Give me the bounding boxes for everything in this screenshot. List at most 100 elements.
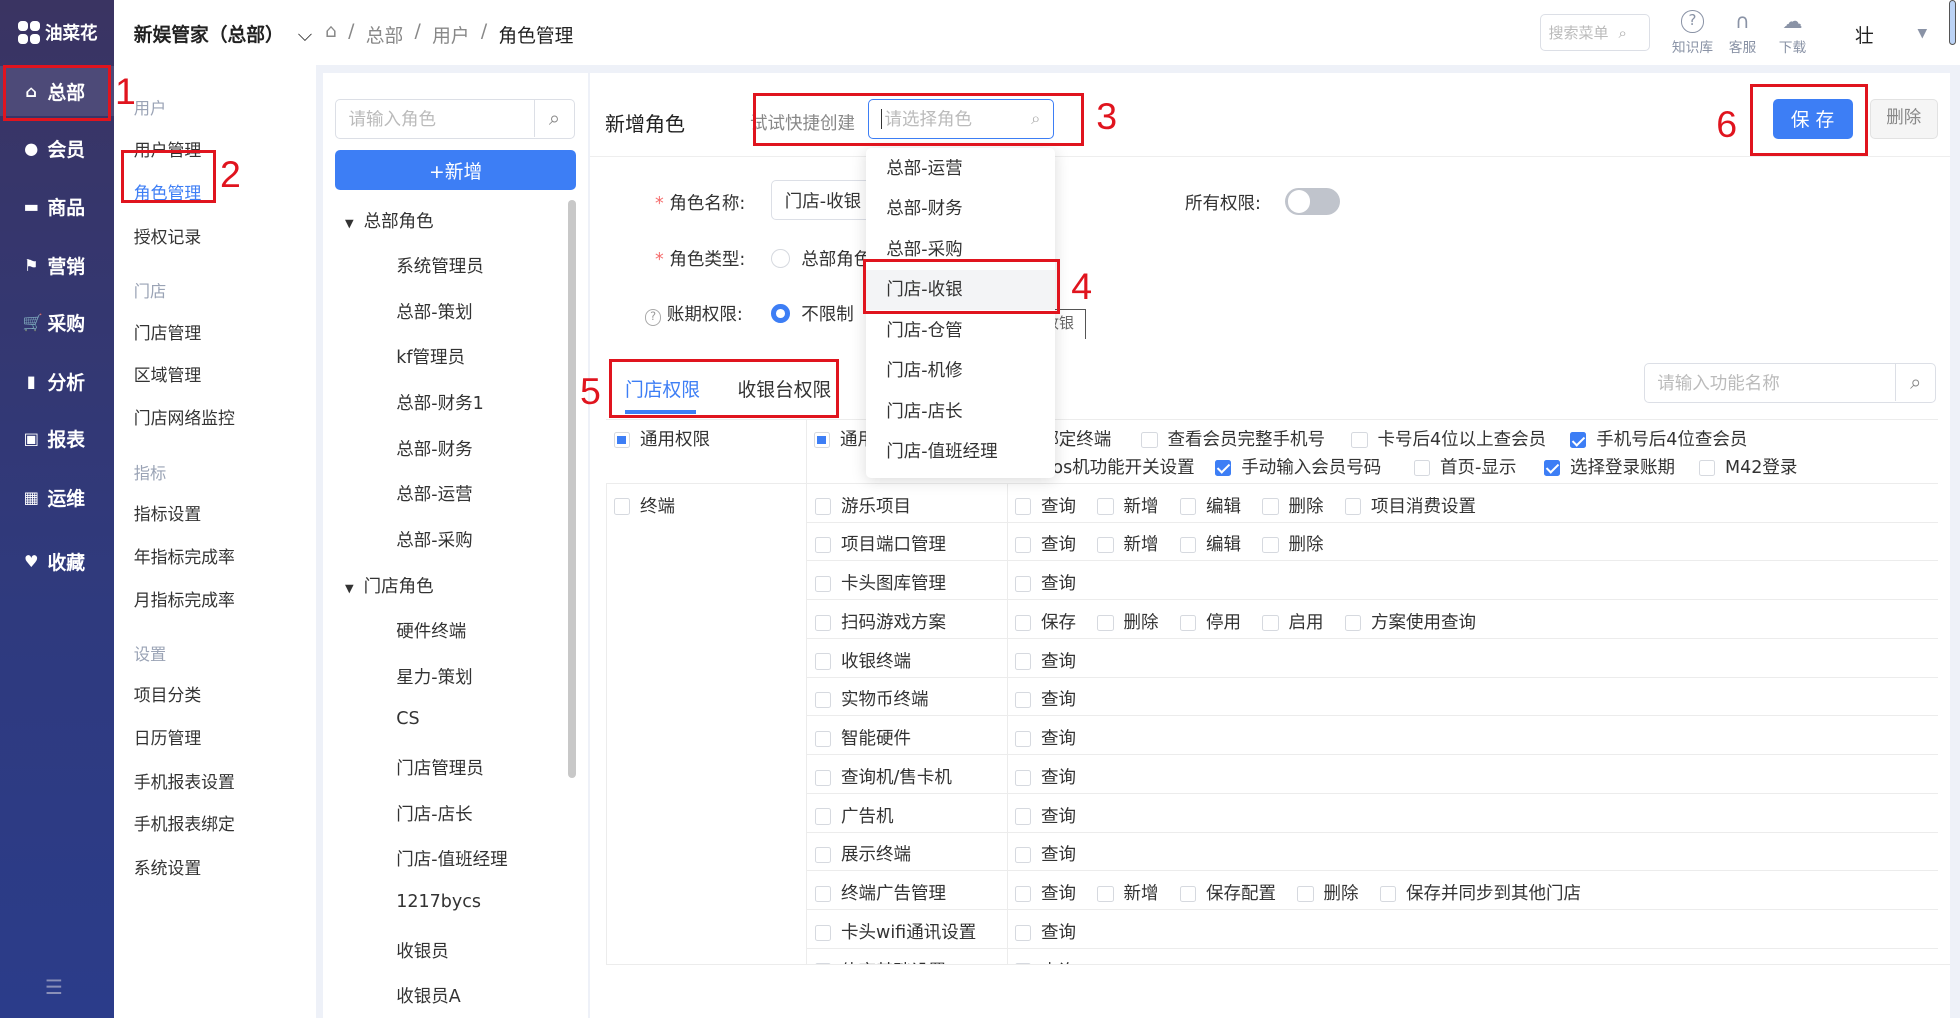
- permission-checkbox[interactable]: 方案使用查询: [1344, 609, 1476, 634]
- dropdown-option[interactable]: 总部-财务: [866, 189, 1055, 229]
- submenu-item[interactable]: 系统设置: [134, 854, 201, 879]
- sidebar-item[interactable]: ▦ 运维: [0, 473, 114, 523]
- permission-checkbox[interactable]: 终端: [613, 493, 675, 518]
- checkbox[interactable]: [1014, 537, 1031, 554]
- checkbox[interactable]: [1379, 885, 1396, 903]
- checkbox[interactable]: [1215, 459, 1232, 476]
- permission-checkbox[interactable]: M42登录: [1698, 454, 1797, 479]
- permission-checkbox[interactable]: 启用: [1262, 609, 1324, 634]
- role-search-input[interactable]: 请输入角色 ⌕: [335, 98, 575, 139]
- breadcrumb-item[interactable]: 用户: [432, 21, 470, 48]
- help-icon[interactable]: ?: [645, 309, 662, 326]
- submenu-item[interactable]: 授权记录: [134, 223, 201, 248]
- search-icon[interactable]: ⌕: [1895, 363, 1935, 401]
- topbar-button[interactable]: ☁ 下载: [1771, 10, 1814, 57]
- checkbox[interactable]: [1698, 459, 1715, 476]
- checkbox[interactable]: [814, 498, 831, 515]
- checkbox[interactable]: [1141, 432, 1158, 449]
- permission-checkbox[interactable]: 查询: [1014, 841, 1076, 866]
- checkbox[interactable]: [814, 653, 831, 670]
- user-name[interactable]: 壮: [1855, 21, 1874, 48]
- role-item[interactable]: 总部-财务: [396, 436, 472, 461]
- permission-checkbox[interactable]: 通用权限: [613, 426, 710, 451]
- permission-checkbox[interactable]: 编辑: [1179, 531, 1241, 556]
- checkbox[interactable]: [1179, 614, 1196, 631]
- role-type-radio[interactable]: 总部角色: [771, 246, 871, 271]
- checkbox[interactable]: [1014, 730, 1031, 748]
- permission-checkbox[interactable]: 新增: [1097, 531, 1159, 556]
- checkbox[interactable]: [1097, 498, 1114, 515]
- permission-checkbox[interactable]: 保存: [1014, 609, 1076, 634]
- checkbox[interactable]: [1014, 498, 1031, 515]
- permission-checkbox[interactable]: 项目端口管理: [814, 531, 946, 556]
- checkbox[interactable]: [1179, 498, 1196, 515]
- permission-checkbox[interactable]: 手机号后4位查会员: [1570, 426, 1747, 451]
- checkbox[interactable]: [1014, 653, 1031, 670]
- role-group[interactable]: ▼ 门店角色: [345, 573, 434, 598]
- role-group[interactable]: ▼ 总部角色: [345, 208, 434, 233]
- submenu-item[interactable]: 项目分类: [134, 681, 201, 706]
- role-item[interactable]: kf管理员: [396, 344, 465, 369]
- permission-checkbox[interactable]: 卡头wifi通讯设置: [814, 919, 976, 944]
- caret-down-icon[interactable]: ▼: [1918, 25, 1928, 40]
- checkbox[interactable]: [1344, 498, 1361, 515]
- role-item[interactable]: CS: [396, 709, 419, 729]
- checkbox[interactable]: [1543, 459, 1560, 476]
- permission-checkbox[interactable]: 查询: [1014, 648, 1076, 673]
- permission-checkbox[interactable]: 删除: [1297, 880, 1359, 905]
- checkbox[interactable]: [1097, 885, 1114, 903]
- sidebar-item[interactable]: 🛒 采购: [0, 298, 114, 348]
- permission-checkbox[interactable]: 删除: [1262, 493, 1324, 518]
- caret-down-icon[interactable]: ▼: [345, 582, 354, 595]
- checkbox[interactable]: [1014, 924, 1031, 941]
- permission-checkbox[interactable]: 广告机: [814, 803, 894, 828]
- permission-checkbox[interactable]: 查询: [1014, 919, 1076, 944]
- checkbox[interactable]: [1262, 498, 1279, 515]
- permission-checkbox[interactable]: 选择登录账期: [1543, 454, 1675, 479]
- permission-checkbox[interactable]: 查看会员完整手机号: [1141, 426, 1325, 451]
- checkbox[interactable]: [1262, 614, 1279, 631]
- submenu-item[interactable]: 手机报表绑定: [134, 810, 235, 835]
- role-item[interactable]: 门店-值班经理: [396, 846, 507, 871]
- checkbox[interactable]: [1344, 614, 1361, 631]
- permission-checkbox[interactable]: 扫码游戏方案: [814, 609, 946, 634]
- checkbox[interactable]: [613, 498, 630, 515]
- checkbox[interactable]: [1570, 432, 1587, 449]
- submenu-item[interactable]: 门店网络监控: [134, 404, 235, 429]
- role-item[interactable]: 门店管理员: [396, 755, 484, 780]
- permission-checkbox[interactable]: 删除: [1262, 531, 1324, 556]
- checkbox[interactable]: [814, 537, 831, 554]
- permission-checkbox[interactable]: 卡头图库管理: [814, 570, 946, 595]
- sidebar-item[interactable]: ▮ 分析: [0, 356, 114, 406]
- role-item[interactable]: 收银员A: [396, 983, 460, 1008]
- checkbox[interactable]: [1014, 769, 1031, 786]
- checkbox[interactable]: [1413, 459, 1430, 476]
- sidebar-item[interactable]: ⚑ 营销: [0, 240, 114, 290]
- sidebar-item[interactable]: ▬ 商品: [0, 181, 114, 231]
- role-item[interactable]: 总部-运营: [396, 481, 472, 506]
- checkbox[interactable]: [1297, 885, 1314, 903]
- checkbox[interactable]: [814, 575, 831, 593]
- role-item[interactable]: 总部-财务1: [396, 390, 483, 415]
- store-switcher[interactable]: 新娱管家（总部） ⌵: [134, 20, 312, 47]
- permission-checkbox[interactable]: 新增: [1097, 493, 1159, 518]
- checkbox[interactable]: [814, 924, 831, 941]
- home-icon[interactable]: ⌂: [325, 21, 337, 48]
- dropdown-option[interactable]: 总部-运营: [866, 149, 1055, 189]
- checkbox[interactable]: [814, 730, 831, 748]
- permission-checkbox[interactable]: 项目消费设置: [1344, 493, 1476, 518]
- sidebar-item[interactable]: ● 会员: [0, 124, 114, 174]
- dropdown-option[interactable]: 门店-仓管: [866, 311, 1055, 351]
- permission-checkbox[interactable]: 查询: [1014, 686, 1076, 711]
- checkbox[interactable]: [1097, 614, 1114, 631]
- permission-checkbox[interactable]: 首页-显示: [1413, 454, 1516, 479]
- permission-checkbox[interactable]: 查询机/售卡机: [814, 764, 952, 789]
- submenu-item[interactable]: 月指标完成率: [134, 586, 235, 611]
- checkbox[interactable]: [1179, 885, 1196, 903]
- scrollbar[interactable]: [567, 200, 577, 778]
- dropdown-option[interactable]: 门店-店长: [866, 392, 1055, 432]
- caret-down-icon[interactable]: ▼: [345, 217, 354, 230]
- submenu-item[interactable]: 区域管理: [134, 361, 201, 386]
- checkbox[interactable]: [613, 432, 630, 449]
- role-item[interactable]: 收银员: [396, 938, 449, 963]
